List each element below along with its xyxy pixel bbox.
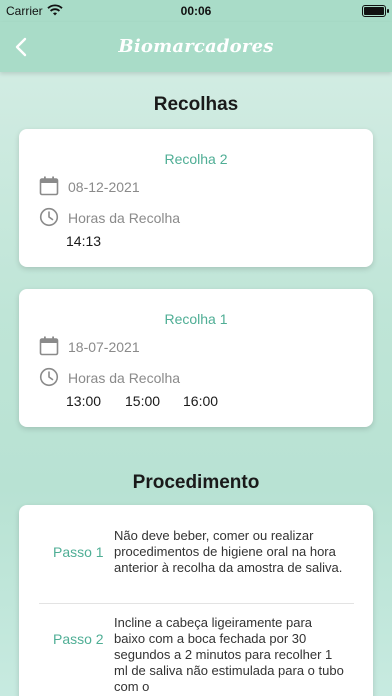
step-text: Não deve beber, comer ou realizar proced… [114, 528, 343, 575]
battery-icon [362, 5, 389, 17]
collection-title: Recolha 2 [164, 151, 228, 167]
step-text: Incline a cabeça ligeiramente para baixo… [114, 615, 344, 694]
procedure-heading: Procedimento [132, 472, 260, 493]
procedure-card: Passo 1 Não deve beber, comer ou realiza… [19, 505, 373, 696]
navigation-bar: Biomarcadores [0, 22, 392, 72]
collection-hour: 15:00 [125, 393, 161, 409]
collection-date: 18-07-2021 [68, 339, 140, 355]
collection-hour: 13:00 [66, 393, 102, 409]
clock-time: 00:06 [180, 4, 212, 18]
collection-date: 08-12-2021 [68, 179, 140, 195]
step-divider [39, 603, 354, 604]
collection-hour: 16:00 [183, 393, 219, 409]
hours-label: Horas da Recolha [68, 370, 181, 386]
collections-heading: Recolhas [153, 94, 239, 115]
collection-title: Recolha 1 [164, 311, 228, 327]
calendar-icon [39, 176, 59, 196]
collection-card[interactable]: Recolha 2 08-12-2021 Horas da Recolha 14… [19, 129, 373, 267]
collection-card[interactable]: Recolha 1 18-07-2021 Horas da Recolha 13… [19, 289, 373, 427]
clock-icon [39, 367, 59, 387]
collection-hour: 14:13 [66, 233, 102, 249]
calendar-icon [39, 336, 59, 356]
page-title: Biomarcadores [118, 36, 274, 57]
hours-label: Horas da Recolha [68, 210, 181, 226]
step-label: Passo 2 [53, 631, 104, 647]
step-label: Passo 1 [53, 544, 104, 560]
clock-icon [39, 207, 59, 227]
status-bar: Carrier 00:06 [0, 0, 392, 22]
